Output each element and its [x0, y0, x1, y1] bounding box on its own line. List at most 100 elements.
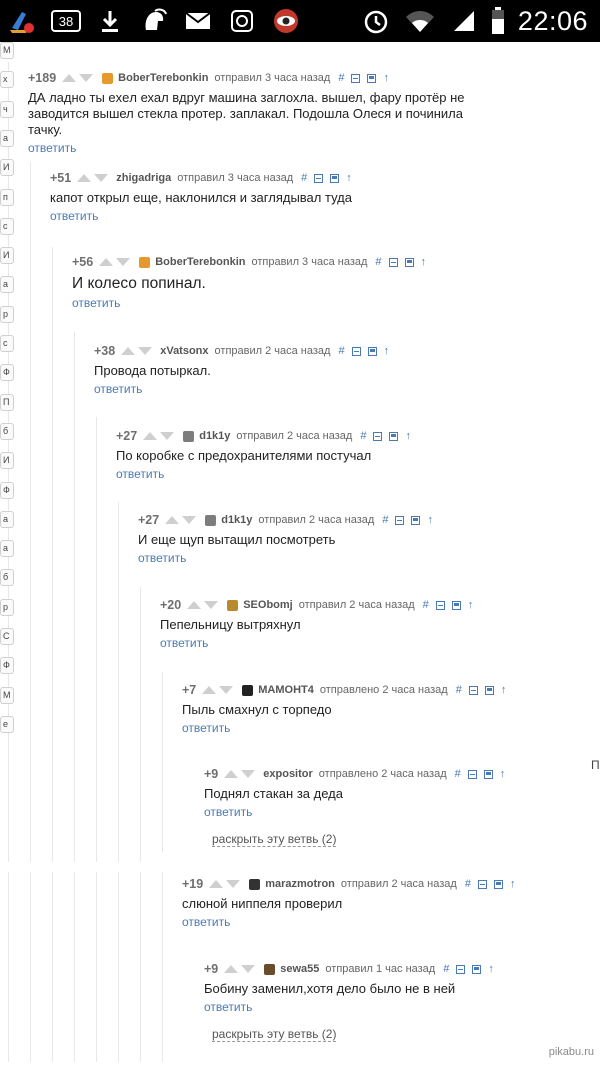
collapse-icon[interactable]	[477, 879, 487, 889]
avatar[interactable]	[139, 256, 151, 268]
avatar[interactable]	[249, 878, 261, 890]
vote-up-icon[interactable]	[143, 432, 158, 440]
save-icon[interactable]	[389, 431, 399, 441]
save-icon[interactable]	[493, 879, 503, 889]
save-icon[interactable]	[411, 515, 421, 525]
collapse-icon[interactable]	[314, 173, 324, 183]
parent-arrow-icon[interactable]: ↑	[501, 684, 507, 696]
collapse-icon[interactable]	[467, 769, 477, 779]
hash-link-icon[interactable]: #	[423, 599, 429, 611]
vote-down-icon[interactable]	[94, 174, 109, 182]
collapse-icon[interactable]	[435, 600, 445, 610]
sidebar-tag[interactable]: a	[0, 540, 14, 558]
parent-arrow-icon[interactable]: ↑	[383, 72, 389, 84]
avatar[interactable]	[102, 72, 114, 84]
avatar[interactable]	[205, 514, 217, 526]
sidebar-tag[interactable]: Ф	[0, 481, 14, 499]
sidebar-tag[interactable]: M	[0, 686, 14, 704]
avatar[interactable]	[264, 963, 276, 975]
vote-down-icon[interactable]	[241, 965, 256, 973]
vote-down-icon[interactable]	[138, 347, 153, 355]
collapse-icon[interactable]	[373, 431, 383, 441]
reply-link[interactable]: ответить	[28, 141, 76, 155]
sidebar-tag[interactable]: И	[0, 159, 14, 177]
comment-author[interactable]: xVatsonx	[160, 345, 208, 357]
parent-arrow-icon[interactable]: ↑	[500, 768, 506, 780]
save-icon[interactable]	[367, 346, 377, 356]
parent-arrow-icon[interactable]: ↑	[427, 514, 433, 526]
parent-arrow-icon[interactable]: ↑	[384, 345, 390, 357]
sidebar-tag[interactable]: Ф	[0, 657, 14, 675]
sidebar-tag[interactable]: x	[0, 71, 14, 89]
collapse-icon[interactable]	[395, 515, 405, 525]
vote-up-icon[interactable]	[77, 174, 92, 182]
vote-up-icon[interactable]	[187, 601, 202, 609]
collapse-icon[interactable]	[456, 964, 466, 974]
hash-link-icon[interactable]: #	[382, 514, 388, 526]
avatar[interactable]	[227, 599, 239, 611]
reply-link[interactable]: ответить	[138, 551, 186, 565]
vote-down-icon[interactable]	[241, 770, 256, 778]
reply-link[interactable]: ответить	[182, 915, 230, 929]
vote-down-icon[interactable]	[226, 880, 241, 888]
comment-author[interactable]: sewa55	[280, 963, 319, 975]
reply-link[interactable]: ответить	[72, 296, 120, 310]
comment-author[interactable]: d1k1y	[221, 514, 252, 526]
save-icon[interactable]	[472, 964, 482, 974]
hash-link-icon[interactable]: #	[455, 768, 461, 780]
comment-author[interactable]: BoberTerebonkin	[118, 72, 208, 84]
save-icon[interactable]	[330, 173, 340, 183]
sidebar-tag[interactable]: e	[0, 715, 14, 733]
parent-arrow-icon[interactable]: ↑	[421, 256, 427, 268]
collapse-icon[interactable]	[388, 257, 398, 267]
hash-link-icon[interactable]: #	[465, 878, 471, 890]
reply-link[interactable]: ответить	[160, 636, 208, 650]
comment-author[interactable]: marazmotron	[265, 878, 335, 890]
hash-link-icon[interactable]: #	[338, 345, 344, 357]
expand-branch-link[interactable]: раскрыть эту ветвь (2)	[212, 832, 337, 847]
avatar[interactable]	[183, 430, 195, 442]
comment-author[interactable]: zhigadriga	[116, 172, 171, 184]
comment-author[interactable]: МАМОНТ4	[258, 684, 314, 696]
save-icon[interactable]	[404, 257, 414, 267]
expand-branch-link[interactable]: раскрыть эту ветвь (2)	[212, 1027, 337, 1042]
vote-up-icon[interactable]	[165, 516, 180, 524]
sidebar-tag[interactable]: a	[0, 276, 14, 294]
comment-author[interactable]: d1k1y	[199, 430, 230, 442]
sidebar-tag[interactable]: c	[0, 335, 14, 352]
sidebar-tag[interactable]: p	[0, 598, 14, 616]
save-icon[interactable]	[484, 685, 494, 695]
vote-down-icon[interactable]	[204, 601, 219, 609]
sidebar-tag[interactable]: б	[0, 569, 14, 587]
reply-link[interactable]: ответить	[204, 1000, 252, 1014]
vote-up-icon[interactable]	[209, 880, 224, 888]
reply-link[interactable]: ответить	[204, 805, 252, 819]
vote-up-icon[interactable]	[202, 686, 217, 694]
comment-author[interactable]: expositor	[263, 768, 313, 780]
vote-up-icon[interactable]	[62, 74, 77, 82]
comment-author[interactable]: SEObomj	[243, 599, 293, 611]
sidebar-tag[interactable]: M	[0, 42, 14, 59]
vote-down-icon[interactable]	[182, 516, 197, 524]
parent-arrow-icon[interactable]: ↑	[346, 172, 352, 184]
comment-author[interactable]: BoberTerebonkin	[155, 256, 245, 268]
vote-down-icon[interactable]	[160, 432, 175, 440]
hash-link-icon[interactable]: #	[456, 684, 462, 696]
hash-link-icon[interactable]: #	[338, 72, 344, 84]
parent-arrow-icon[interactable]: ↑	[510, 878, 516, 890]
sidebar-tag[interactable]: c	[0, 217, 14, 235]
avatar[interactable]	[242, 684, 254, 696]
sidebar-tag[interactable]: a	[0, 129, 14, 147]
sidebar-tag[interactable]: П	[0, 393, 14, 411]
parent-arrow-icon[interactable]: ↑	[488, 963, 494, 975]
parent-arrow-icon[interactable]: ↑	[468, 599, 474, 611]
vote-down-icon[interactable]	[79, 74, 94, 82]
vote-up-icon[interactable]	[121, 347, 136, 355]
vote-down-icon[interactable]	[219, 686, 234, 694]
sidebar-tag[interactable]: C	[0, 628, 14, 645]
vote-up-icon[interactable]	[224, 770, 239, 778]
reply-link[interactable]: ответить	[94, 382, 142, 396]
vote-up-icon[interactable]	[99, 258, 114, 266]
parent-arrow-icon[interactable]: ↑	[405, 430, 411, 442]
save-icon[interactable]	[367, 73, 377, 83]
